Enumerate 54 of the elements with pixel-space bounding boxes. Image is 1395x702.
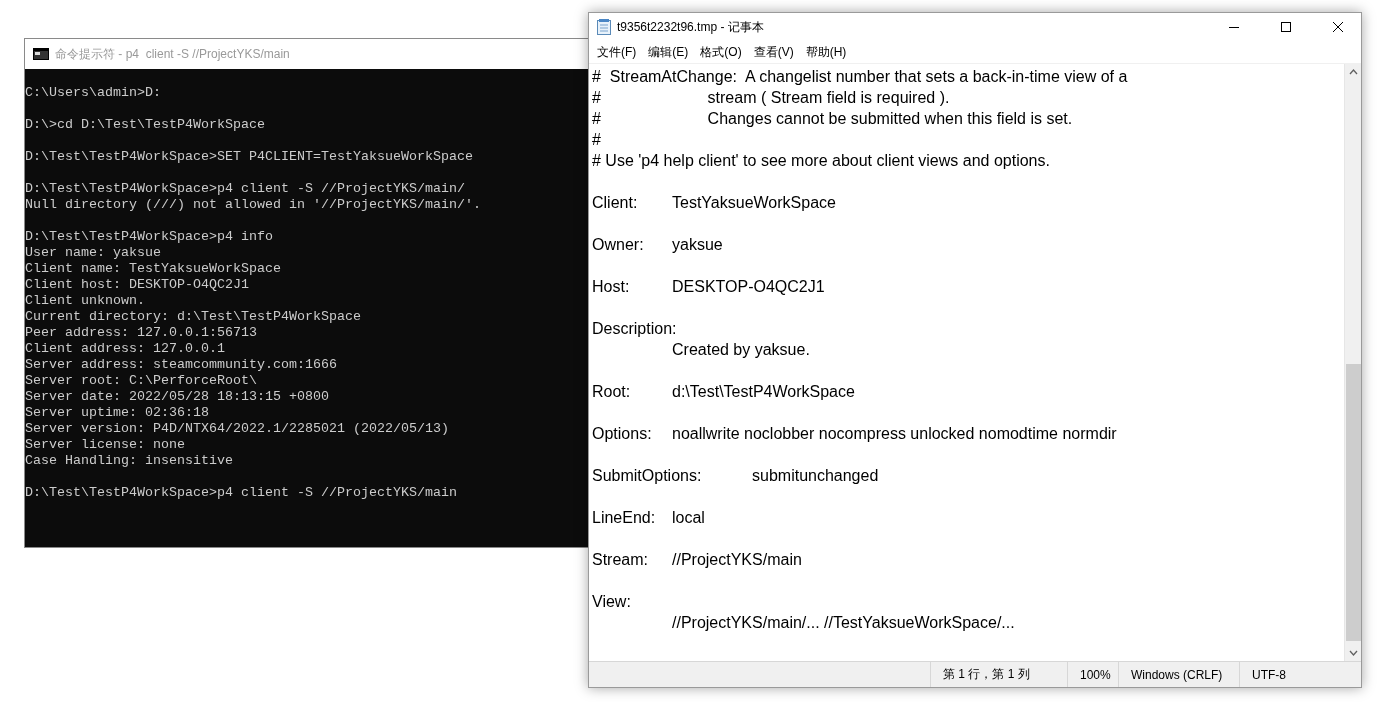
console-line: Server root: C:\PerforceRoot\ [25, 373, 257, 389]
console-line: Client host: DESKTOP-O4QC2J1 [25, 277, 249, 293]
text-line: # [592, 130, 601, 150]
text-line: //ProjectYKS/main/... //TestYaksueWorkSpace/... [671, 613, 1015, 633]
console-line: Server license: none [25, 437, 185, 453]
text-line: Stream: //ProjectYKS/main [592, 550, 802, 570]
text-line: # Use 'p4 help client' to see more about client views and options. [592, 151, 1050, 171]
maximize-icon [1281, 22, 1291, 32]
menu-item[interactable]: 帮助(H) [799, 41, 853, 63]
console-line: Server address: steamcommunity.com:1666 [25, 357, 337, 373]
console-line: Server uptime: 02:36:18 [25, 405, 209, 421]
menu-item[interactable]: 查看(V) [747, 41, 800, 63]
window-title: t9356t2232t96.tmp - 记事本 [617, 18, 765, 36]
status-field: 第 1 行，第 1 列 [930, 662, 1067, 687]
text-line: # Changes cannot be submitted when this field is set. [592, 109, 1073, 129]
text-line: # StreamAtChange: A changelist number that sets a back-in-time view of a [592, 67, 1128, 87]
console-line: Client unknown. [25, 293, 145, 309]
text-line: Host: DESKTOP-O4QC2J1 [592, 277, 825, 297]
console-line: Peer address: 127.0.0.1:56713 [25, 325, 257, 341]
notepad-icon [597, 19, 611, 35]
console-line: Server version: P4D/NTX64/2022.1/2285021 (2022/05/13) [25, 421, 449, 437]
text-line: SubmitOptions: submitunchanged [592, 466, 879, 486]
console-line: D:\Test\TestP4WorkSpace>p4 client -S //ProjectYKS/main [25, 485, 457, 501]
menu-item[interactable]: 格式(O) [694, 41, 748, 63]
console-line: D:\>cd D:\Test\TestP4WorkSpace [25, 117, 265, 133]
text-line: LineEnd: local [592, 508, 705, 528]
console-line: D:\Test\TestP4WorkSpace>SET P4CLIENT=TestYaksueWorkSpace [25, 149, 473, 165]
text-line: Options: noallwrite noclobber nocompress unlocked nomodtime normdir [592, 424, 1117, 444]
console-line: Client name: TestYaksueWorkSpace [25, 261, 281, 277]
console-line: C:\Users\admin>D: [25, 85, 161, 101]
console-line: D:\Test\TestP4WorkSpace>p4 client -S //ProjectYKS/main/ [25, 181, 465, 197]
text-line: Client: TestYaksueWorkSpace [592, 193, 836, 213]
status-field: Windows (CRLF) [1118, 662, 1239, 687]
status-field: 100% [1067, 662, 1118, 687]
window-title: 命令提示符 - p4 client -S //ProjectYKS/main [55, 45, 290, 63]
text-line: # stream ( Stream field is required ). [592, 88, 950, 108]
console-line: Case Handling: insensitive [25, 453, 233, 469]
text-line: Root: d:\Test\TestP4WorkSpace [592, 382, 855, 402]
text-line: View: [592, 592, 631, 612]
menu-item[interactable]: 文件(F) [591, 41, 643, 63]
console-line: Current directory: d:\Test\TestP4WorkSpace [25, 309, 361, 325]
scrollbar[interactable] [1344, 64, 1361, 661]
console-line: D:\Test\TestP4WorkSpace>p4 info [25, 229, 273, 245]
console-line: User name: yaksue [25, 245, 161, 261]
status-field: UTF-8 [1239, 662, 1350, 687]
text-line: Description: [592, 319, 677, 339]
console-line: Client address: 127.0.0.1 [25, 341, 225, 357]
menu-item[interactable]: 编辑(E) [642, 41, 695, 63]
console-line: Null directory (///) not allowed in '//ProjectYKS/main/'. [25, 197, 481, 213]
close-icon [1333, 22, 1343, 32]
text-line: Owner: yaksue [592, 235, 723, 255]
console-icon [33, 48, 49, 60]
console-line: Server date: 2022/05/28 18:13:15 +0800 [25, 389, 329, 405]
text-line: Created by yaksue. [671, 340, 810, 360]
